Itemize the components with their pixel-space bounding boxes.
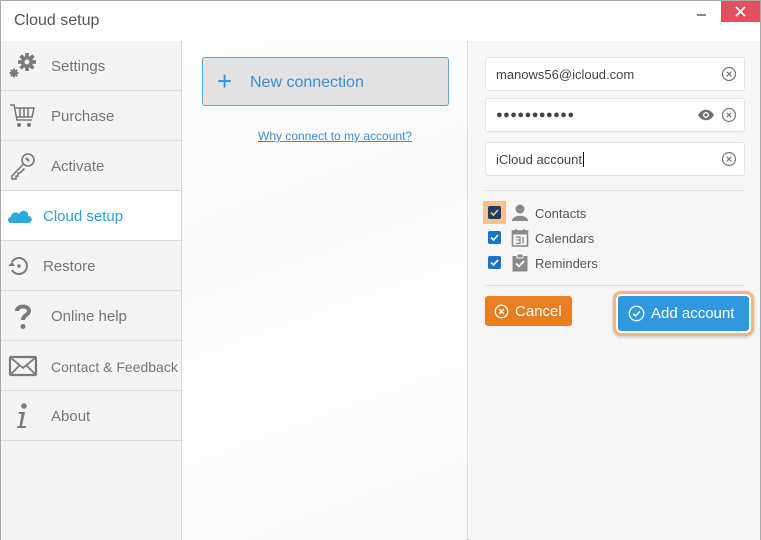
sidebar-item-restore[interactable]: Restore: [1, 241, 181, 291]
eye-icon[interactable]: [697, 109, 715, 121]
account-form: manows56@icloud.com ●●●●●●●●●●● iCloud a…: [469, 41, 760, 540]
clear-icon[interactable]: [721, 151, 737, 167]
key-icon: [8, 152, 38, 180]
option-contacts: Contacts: [483, 201, 685, 224]
cancel-label: Cancel: [515, 303, 562, 320]
divider: [485, 285, 745, 286]
sidebar-item-label: Activate: [51, 158, 105, 175]
sidebar-item-activate[interactable]: Activate: [1, 141, 181, 191]
sidebar: Settings Purchase Activate Cloud setup R…: [1, 41, 182, 540]
app-window: Cloud setup Settings Purchase Activate C…: [0, 0, 761, 540]
reminders-checkbox[interactable]: [488, 256, 501, 269]
new-connection-label: New connection: [250, 74, 364, 91]
sidebar-item-settings[interactable]: Settings: [1, 41, 181, 91]
option-label: Contacts: [535, 206, 587, 221]
sidebar-item-label: Cloud setup: [43, 208, 124, 225]
close-icon: [735, 6, 746, 17]
password-field[interactable]: ●●●●●●●●●●●: [485, 98, 745, 132]
cancel-button[interactable]: Cancel: [485, 296, 572, 326]
option-label: Calendars: [535, 231, 595, 246]
check-circle-icon: [628, 305, 645, 322]
option-label: Reminders: [535, 256, 598, 271]
clear-icon[interactable]: [721, 66, 737, 82]
sidebar-item-online-help[interactable]: Online help: [1, 291, 181, 341]
email-field[interactable]: manows56@icloud.com: [485, 57, 745, 91]
sidebar-item-label: Contact & Feedback: [51, 359, 178, 375]
minimize-button[interactable]: [681, 5, 717, 23]
account-name-field[interactable]: iCloud account: [485, 142, 745, 176]
add-account-label: Add account: [651, 305, 735, 322]
password-value: ●●●●●●●●●●●: [496, 109, 575, 121]
email-value: manows56@icloud.com: [496, 67, 635, 82]
text-cursor: [583, 152, 584, 167]
window-title: Cloud setup: [14, 12, 100, 29]
add-account-button[interactable]: Add account: [618, 296, 749, 331]
title-bar: Cloud setup: [1, 1, 760, 41]
sidebar-item-purchase[interactable]: Purchase: [1, 91, 181, 141]
why-connect-link[interactable]: Why connect to my account?: [258, 129, 412, 143]
close-button[interactable]: [721, 1, 760, 22]
account-name-value: iCloud account: [496, 152, 584, 167]
calendar-icon: [511, 229, 529, 247]
info-icon: [8, 402, 38, 430]
option-calendars: Calendars: [485, 227, 685, 249]
connections-panel: + New connection Why connect to my accou…: [182, 41, 468, 540]
divider: [485, 190, 745, 191]
plus-icon: +: [217, 66, 233, 96]
sidebar-item-label: About: [51, 408, 91, 425]
cart-icon: [8, 102, 38, 130]
restore-icon: [4, 252, 34, 280]
clipboard-check-icon: [512, 253, 528, 272]
gears-icon: [8, 52, 38, 80]
clear-icon[interactable]: [721, 107, 737, 123]
sidebar-item-cloud-setup[interactable]: Cloud setup: [1, 191, 181, 241]
sidebar-item-contact[interactable]: Contact & Feedback: [1, 341, 181, 391]
sidebar-item-label: Settings: [51, 58, 106, 75]
option-reminders: Reminders: [485, 252, 685, 274]
sidebar-item-about[interactable]: About: [1, 391, 181, 441]
contacts-checkbox[interactable]: [488, 206, 501, 219]
sidebar-item-label: Purchase: [51, 108, 115, 125]
question-icon: [8, 302, 38, 330]
sidebar-item-label: Restore: [43, 258, 96, 275]
calendars-checkbox[interactable]: [488, 231, 501, 244]
cancel-icon: [494, 304, 509, 319]
cloud-icon: [5, 202, 35, 230]
envelope-icon: [8, 352, 38, 380]
add-account-focus-ring: Add account: [613, 291, 754, 336]
person-icon: [512, 204, 528, 221]
new-connection-button[interactable]: + New connection: [202, 57, 449, 106]
sidebar-item-label: Online help: [51, 308, 127, 325]
